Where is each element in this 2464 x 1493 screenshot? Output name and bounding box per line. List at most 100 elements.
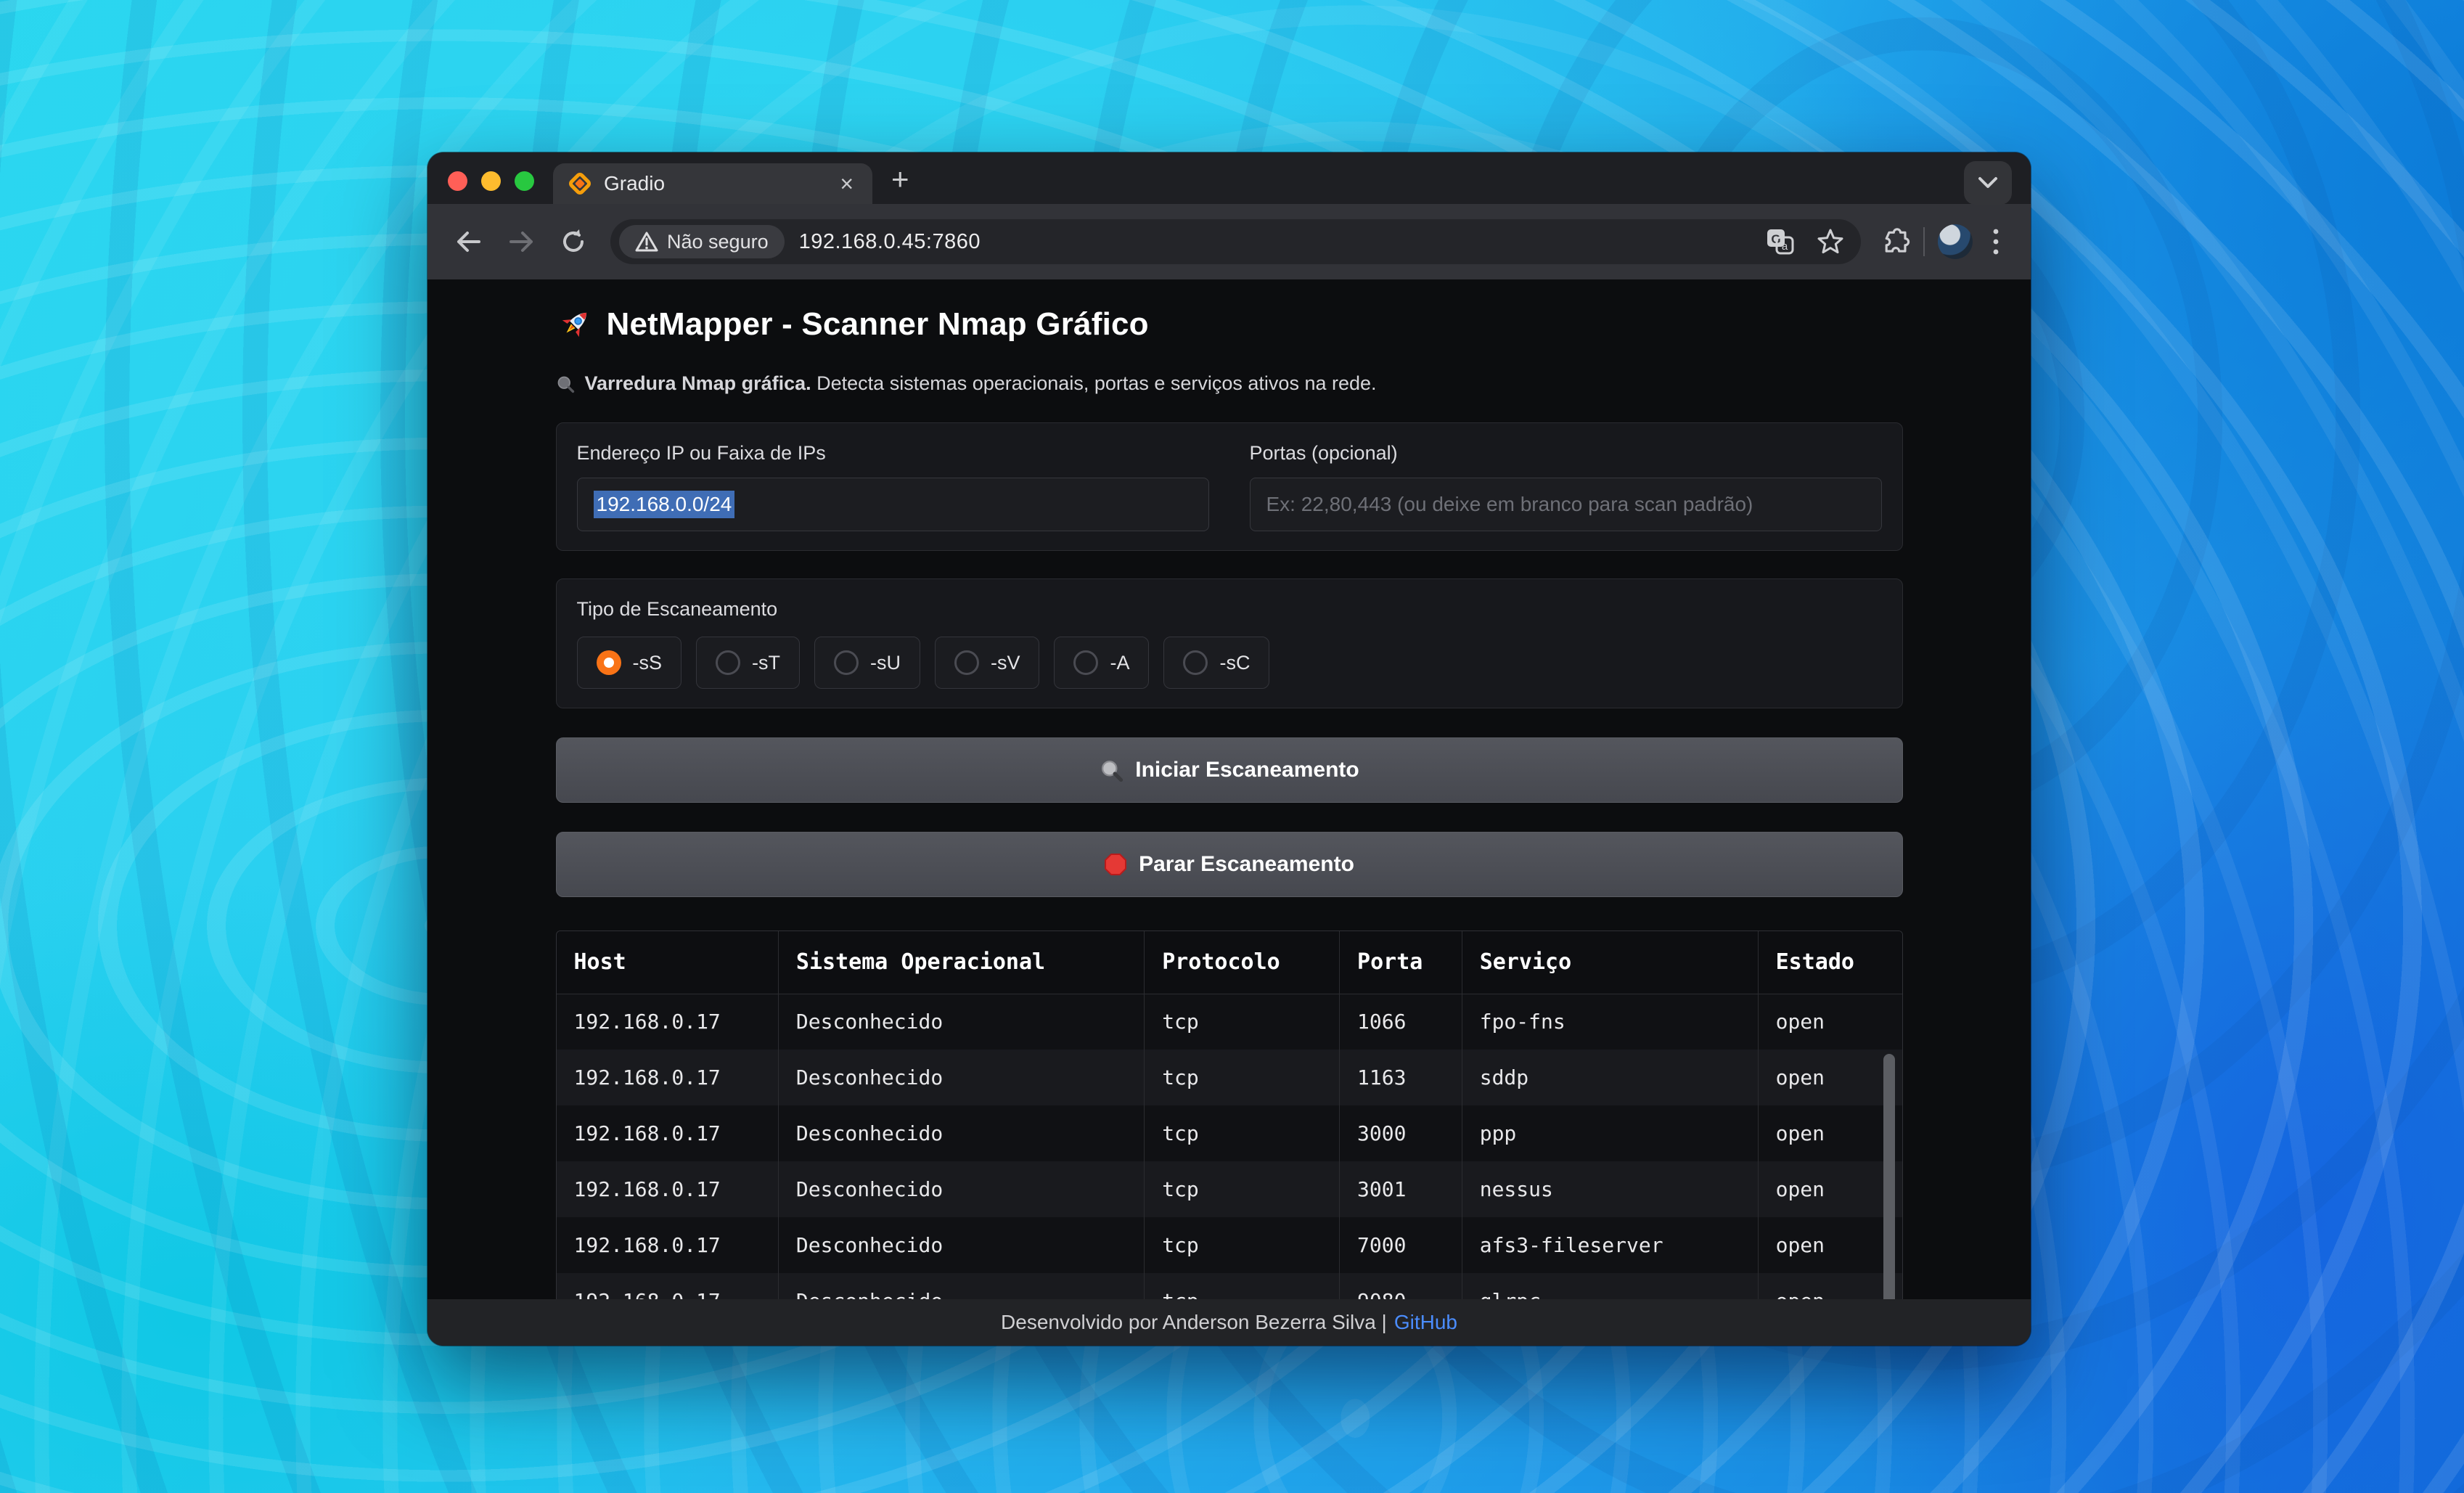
svg-text:a: a xyxy=(1782,240,1788,253)
scan-option-label: -A xyxy=(1110,652,1129,674)
cell-service: afs3-fileserver xyxy=(1462,1217,1758,1273)
ip-input-value: 192.168.0.0/24 xyxy=(594,491,735,518)
table-row[interactable]: 192.168.0.17Desconhecidotcp9080glrpcopen xyxy=(557,1273,1902,1299)
ports-input[interactable]: Ex: 22,80,443 (ou deixe em branco para s… xyxy=(1250,478,1882,531)
radio-icon xyxy=(597,650,621,675)
browser-tab-gradio[interactable]: Gradio × xyxy=(553,163,872,204)
url-text[interactable]: 192.168.0.45:7860 xyxy=(799,230,1749,254)
table-row[interactable]: 192.168.0.17Desconhecidotcp1066fpo-fnsop… xyxy=(557,994,1902,1050)
cell-state: open xyxy=(1758,1217,1902,1273)
magnifier-icon xyxy=(1099,758,1123,782)
cell-host: 192.168.0.17 xyxy=(557,1050,779,1105)
extensions-button[interactable] xyxy=(1878,226,1910,258)
window-controls xyxy=(427,171,553,204)
scan-option-sV[interactable]: -sV xyxy=(935,637,1040,689)
cell-port: 9080 xyxy=(1340,1273,1462,1299)
tab-close-icon[interactable]: × xyxy=(835,172,858,195)
cell-port: 1163 xyxy=(1340,1050,1462,1105)
new-tab-button[interactable]: + xyxy=(872,162,909,204)
cell-service: glrpc xyxy=(1462,1273,1758,1299)
desktop-wallpaper: Gradio × + xyxy=(0,0,2464,1493)
cell-service: sddp xyxy=(1462,1050,1758,1105)
bookmark-button[interactable] xyxy=(1814,226,1846,258)
scan-option-label: -sT xyxy=(752,652,780,674)
kebab-menu-icon xyxy=(1992,226,2000,258)
profile-avatar[interactable] xyxy=(1938,224,1973,259)
col-service: Serviço xyxy=(1462,931,1758,994)
radio-icon xyxy=(954,650,979,675)
cell-state: open xyxy=(1758,1273,1902,1299)
forward-button[interactable] xyxy=(499,219,544,264)
scan-option-sC[interactable]: -sC xyxy=(1163,637,1269,689)
scan-option-label: -sC xyxy=(1219,652,1250,674)
cell-protocol: tcp xyxy=(1145,1161,1340,1217)
cell-port: 1066 xyxy=(1340,994,1462,1050)
table-row[interactable]: 192.168.0.17Desconhecidotcp3000pppopen xyxy=(557,1105,1902,1161)
browser-menu-button[interactable] xyxy=(1980,226,2012,258)
table-scrollbar[interactable] xyxy=(1883,1054,1895,1299)
page-content: NetMapper - Scanner Nmap Gráfico Varredu… xyxy=(427,279,2031,1299)
cell-host: 192.168.0.17 xyxy=(557,994,779,1050)
stop-scan-button[interactable]: Parar Escaneamento xyxy=(556,832,1903,897)
scan-option-label: -sU xyxy=(870,652,901,674)
cell-os: Desconhecido xyxy=(778,1273,1144,1299)
cell-protocol: tcp xyxy=(1145,1217,1340,1273)
cell-os: Desconhecido xyxy=(778,1161,1144,1217)
scan-option-sT[interactable]: -sT xyxy=(696,637,800,689)
scan-option-sS[interactable]: -sS xyxy=(577,637,682,689)
cell-state: open xyxy=(1758,1050,1902,1105)
cell-protocol: tcp xyxy=(1145,1050,1340,1105)
table-row[interactable]: 192.168.0.17Desconhecidotcp1163sddpopen xyxy=(557,1050,1902,1105)
start-scan-button[interactable]: Iniciar Escaneamento xyxy=(556,737,1903,803)
address-bar[interactable]: Não seguro 192.168.0.45:7860 G a xyxy=(610,219,1861,264)
maximize-window-button[interactable] xyxy=(515,171,534,191)
cell-os: Desconhecido xyxy=(778,1105,1144,1161)
col-state: Estado xyxy=(1758,931,1902,994)
close-window-button[interactable] xyxy=(448,171,467,191)
cell-service: nessus xyxy=(1462,1161,1758,1217)
footer-credit: Desenvolvido por Anderson Bezerra Silva … xyxy=(1001,1311,1387,1334)
col-os: Sistema Operacional xyxy=(778,931,1144,994)
cell-host: 192.168.0.17 xyxy=(557,1105,779,1161)
chevron-down-icon xyxy=(1977,176,1999,190)
table-row[interactable]: 192.168.0.17Desconhecidotcp3001nessusope… xyxy=(557,1161,1902,1217)
cell-protocol: tcp xyxy=(1145,1105,1340,1161)
radio-icon xyxy=(834,650,859,675)
cell-protocol: tcp xyxy=(1145,994,1340,1050)
stop-scan-label: Parar Escaneamento xyxy=(1139,852,1354,877)
cell-port: 3000 xyxy=(1340,1105,1462,1161)
back-button[interactable] xyxy=(446,219,491,264)
start-scan-label: Iniciar Escaneamento xyxy=(1135,758,1359,782)
cell-host: 192.168.0.17 xyxy=(557,1217,779,1273)
cell-port: 7000 xyxy=(1340,1217,1462,1273)
site-security-chip[interactable]: Não seguro xyxy=(619,225,785,258)
cell-state: open xyxy=(1758,1105,1902,1161)
subtitle-rest: Detecta sistemas operacionais, portas e … xyxy=(811,372,1377,394)
cell-service: ppp xyxy=(1462,1105,1758,1161)
github-link[interactable]: GitHub xyxy=(1394,1311,1457,1334)
cell-os: Desconhecido xyxy=(778,994,1144,1050)
browser-window: Gradio × + xyxy=(427,152,2031,1346)
page-subtitle: Varredura Nmap gráfica. Detecta sistemas… xyxy=(556,372,1903,395)
cell-state: open xyxy=(1758,1161,1902,1217)
translate-button[interactable]: G a xyxy=(1764,226,1796,258)
cell-state: open xyxy=(1758,994,1902,1050)
security-label: Não seguro xyxy=(667,231,769,253)
magnifier-icon xyxy=(556,375,575,393)
cell-port: 3001 xyxy=(1340,1161,1462,1217)
forward-arrow-icon xyxy=(507,229,536,255)
minimize-window-button[interactable] xyxy=(481,171,501,191)
scan-type-label: Tipo de Escaneamento xyxy=(577,598,1882,621)
targets-panel: Endereço IP ou Faixa de IPs 192.168.0.0/… xyxy=(556,422,1903,551)
scan-option-A[interactable]: -A xyxy=(1054,637,1149,689)
radio-icon xyxy=(1073,650,1098,675)
reload-button[interactable] xyxy=(551,219,596,264)
ip-input[interactable]: 192.168.0.0/24 xyxy=(577,478,1209,531)
ip-field-label: Endereço IP ou Faixa de IPs xyxy=(577,442,1209,465)
tab-search-button[interactable] xyxy=(1964,161,2012,205)
table-row[interactable]: 192.168.0.17Desconhecidotcp7000afs3-file… xyxy=(557,1217,1902,1273)
scan-type-panel: Tipo de Escaneamento -sS -sT -sU -sV -A … xyxy=(556,578,1903,708)
tab-strip: Gradio × + xyxy=(427,152,2031,204)
scan-option-sU[interactable]: -sU xyxy=(814,637,920,689)
browser-toolbar: Não seguro 192.168.0.45:7860 G a xyxy=(427,204,2031,279)
